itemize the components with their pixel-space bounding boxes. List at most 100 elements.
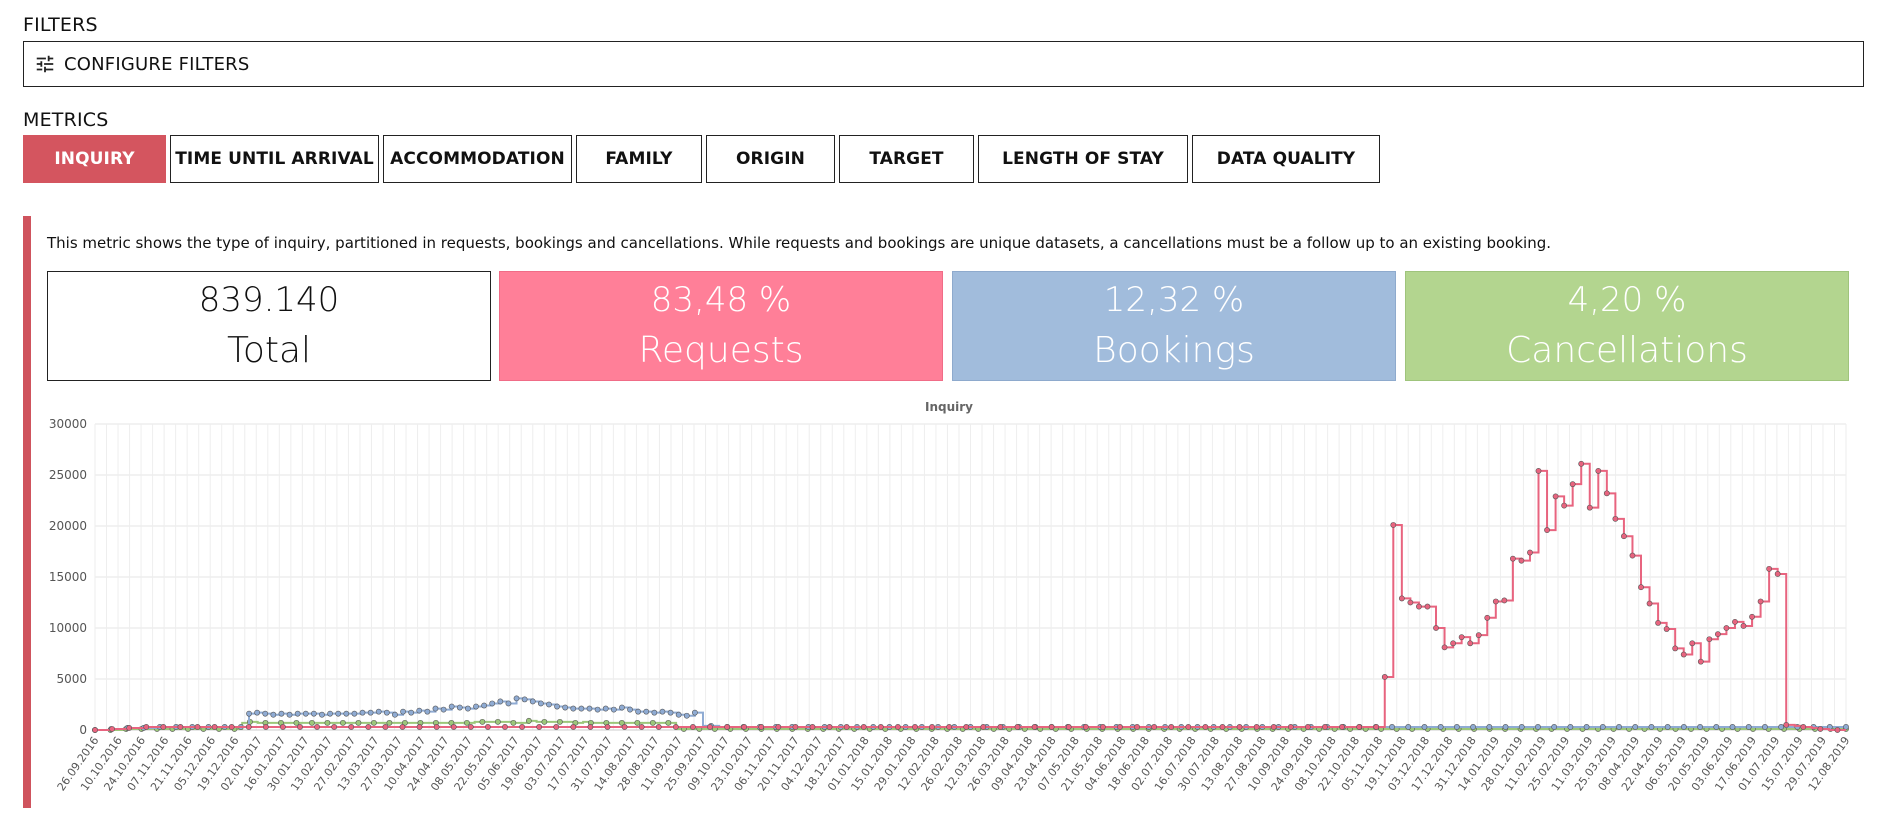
bookings-point [416, 707, 423, 714]
requests-point [160, 724, 167, 730]
requests-point [1416, 603, 1422, 610]
requests-point [792, 724, 799, 730]
cancellations-point [479, 718, 486, 725]
tab-inquiry[interactable]: INQUIRY [23, 135, 166, 183]
cancellations-point [665, 719, 672, 726]
bookings-point [319, 711, 325, 718]
requests-point [450, 724, 457, 730]
bookings-point [554, 703, 560, 710]
tab-target[interactable]: TARGET [839, 135, 974, 183]
requests-point [1168, 724, 1175, 730]
requests-point [1433, 625, 1439, 631]
bookings-point [302, 710, 309, 717]
requests-point [1117, 724, 1123, 730]
requests-point [1424, 603, 1431, 610]
bookings-point [586, 705, 593, 712]
bookings-point [1405, 724, 1412, 730]
tab-length-of-stay[interactable]: LENGTH OF STAY [978, 135, 1188, 183]
requests-point [280, 724, 286, 730]
bookings-point [643, 708, 650, 715]
bookings-point [546, 701, 552, 708]
requests-point [1304, 724, 1311, 730]
bookings-point [1632, 724, 1639, 730]
bookings-point [691, 709, 698, 716]
requests-point [1697, 658, 1704, 665]
requests-point [1031, 724, 1038, 730]
bookings-point [278, 710, 285, 717]
requests-point [1766, 565, 1773, 572]
requests-point [809, 724, 816, 730]
requests-point [433, 724, 440, 730]
requests-point [997, 724, 1004, 730]
configure-filters-button[interactable]: CONFIGURE FILTERS [23, 41, 1864, 87]
requests-point [536, 724, 543, 730]
total-label: Total [226, 330, 312, 371]
requests-point [1646, 600, 1653, 607]
bookings-point [513, 695, 520, 702]
requests-point [1586, 504, 1593, 511]
bookings-point [1421, 724, 1428, 730]
requests-point [1322, 724, 1328, 730]
requests-point [860, 724, 867, 730]
requests-point [1202, 724, 1209, 730]
requests-point [655, 724, 662, 730]
bookings-point [562, 704, 569, 711]
bookings-point [359, 709, 366, 716]
bookings-point [310, 710, 317, 717]
requests-point [741, 724, 748, 730]
requests-point [1509, 555, 1516, 562]
tab-accommodation[interactable]: ACCOMMODATION [383, 135, 572, 183]
cancellations-point [510, 719, 517, 726]
tab-data-quality[interactable]: DATA QUALITY [1192, 135, 1380, 183]
requests-point [1287, 724, 1294, 730]
tab-family[interactable]: FAMILY [576, 135, 702, 183]
requests-point [1441, 644, 1448, 651]
y-tick-label: 15000 [49, 570, 87, 584]
requests-point [1518, 557, 1525, 564]
bookings-point [1535, 724, 1541, 730]
bookings-point [521, 696, 528, 703]
requests-point [1757, 598, 1764, 605]
bookings-point [1518, 724, 1525, 730]
cancellations-point [324, 719, 331, 726]
y-tick-label: 20000 [49, 519, 87, 533]
bookings-point [286, 711, 293, 718]
requests-point [92, 727, 98, 733]
bookings-point [594, 706, 601, 713]
bookings-label: Bookings [1093, 330, 1255, 371]
bookings-point [1453, 724, 1460, 730]
bookings-point [246, 710, 252, 717]
requests-point [1014, 724, 1021, 730]
requests-point [1817, 726, 1824, 732]
requests-point [1732, 618, 1738, 625]
requests-point [1373, 724, 1380, 730]
cancellations-value: 4,20 % [1567, 280, 1687, 320]
requests-point [1048, 724, 1055, 730]
metrics-section-label: METRICS [23, 109, 109, 131]
requests-point [1450, 640, 1456, 647]
requests-point [1663, 626, 1670, 632]
bookings-point [375, 708, 382, 715]
y-tick-label: 10000 [49, 621, 87, 635]
cancellations-point [309, 719, 315, 726]
bookings-point [473, 703, 479, 710]
tune-icon [36, 55, 54, 73]
bookings-point [392, 711, 398, 718]
bookings-point [578, 705, 585, 712]
bookings-point [294, 710, 301, 717]
bookings-point [1762, 724, 1768, 730]
cancellations-point [355, 719, 362, 726]
panel-accent-bar [23, 216, 31, 808]
bookings-point [570, 705, 577, 712]
requests-card: 83,48 % Requests [499, 271, 943, 381]
requests-point [1527, 549, 1533, 556]
tab-time-until-arrival[interactable]: TIME UNTIL ARRIVAL [170, 135, 379, 183]
requests-point [1185, 724, 1192, 730]
bookings-point [1437, 724, 1444, 730]
cancellations-point [463, 719, 470, 726]
requests-point [1458, 634, 1465, 641]
requests-point [553, 724, 560, 730]
requests-point [1749, 613, 1755, 620]
requests-point [1253, 724, 1260, 730]
tab-origin[interactable]: ORIGIN [706, 135, 835, 183]
